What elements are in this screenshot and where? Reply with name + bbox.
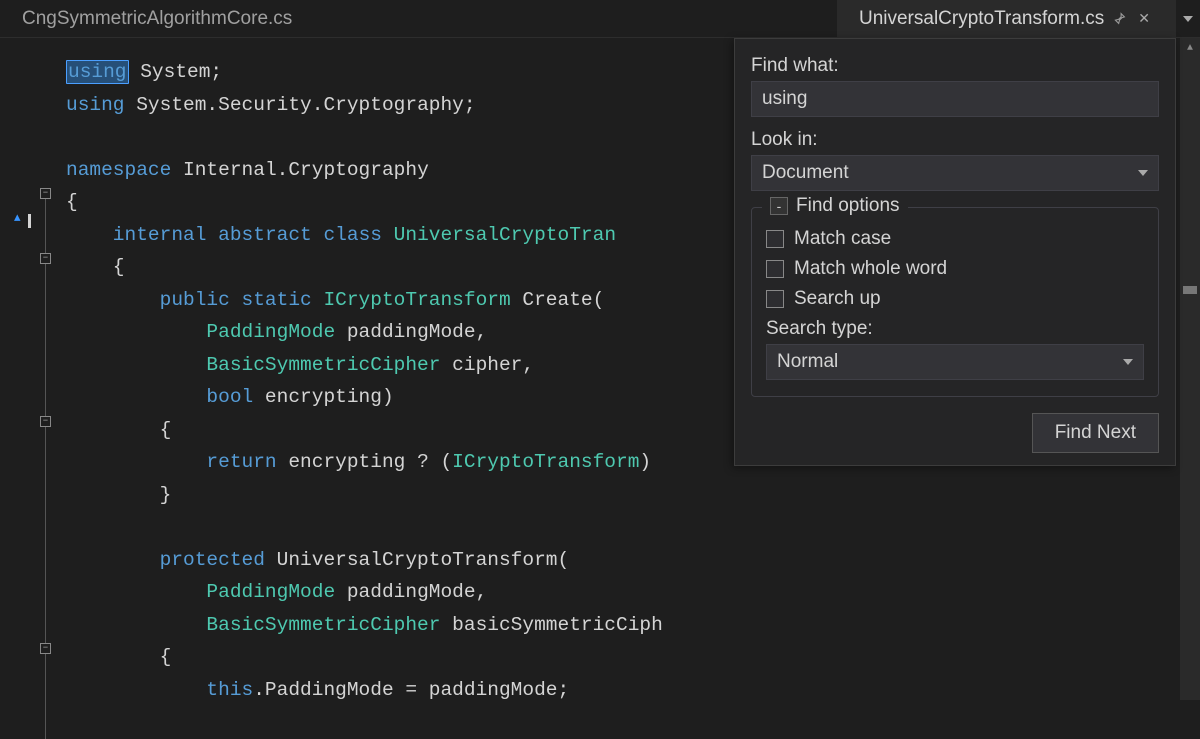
find-options-legend: - Find options: [762, 195, 908, 217]
find-options-group: - Find options Match case Match whole wo…: [751, 207, 1159, 397]
fold-line: [45, 199, 46, 739]
find-panel: Find what: Look in: Document - Find opti…: [734, 38, 1176, 466]
checkbox-icon: [766, 230, 784, 248]
tab-inactive[interactable]: CngSymmetricAlgorithmCore.cs: [0, 0, 314, 37]
scroll-up-icon[interactable]: ▲: [1180, 38, 1200, 58]
checkbox-icon: [766, 290, 784, 308]
tab-bar: CngSymmetricAlgorithmCore.cs UniversalCr…: [0, 0, 1200, 38]
search-type-select[interactable]: Normal: [766, 344, 1144, 380]
scroll-marker: [1183, 286, 1197, 294]
chevron-down-icon: [1138, 170, 1148, 176]
search-match-highlight: using: [66, 60, 129, 84]
find-next-button[interactable]: Find Next: [1032, 413, 1159, 453]
caret-marker-icon: [28, 214, 31, 228]
tab-active-label: UniversalCryptoTransform.cs: [859, 8, 1104, 30]
look-in-value: Document: [762, 162, 849, 184]
fold-toggle[interactable]: −: [40, 416, 51, 427]
match-case-label: Match case: [794, 228, 891, 250]
match-case-checkbox[interactable]: Match case: [766, 228, 1144, 250]
close-icon[interactable]: ✕: [1134, 10, 1154, 27]
vertical-scrollbar[interactable]: ▲: [1180, 38, 1200, 700]
find-options-label: Find options: [796, 195, 900, 217]
match-whole-checkbox[interactable]: Match whole word: [766, 258, 1144, 280]
find-what-input[interactable]: [751, 81, 1159, 117]
look-in-select[interactable]: Document: [751, 155, 1159, 191]
chevron-down-icon: [1123, 359, 1133, 365]
search-type-value: Normal: [777, 351, 838, 373]
find-what-label: Find what:: [751, 55, 1159, 77]
search-up-label: Search up: [794, 288, 881, 310]
checkbox-icon: [766, 260, 784, 278]
tab-spacer: [314, 0, 837, 37]
fold-toggle[interactable]: −: [40, 188, 51, 199]
change-marker-icon: ▴: [14, 210, 21, 225]
tab-overflow-icon[interactable]: [1176, 0, 1200, 37]
tab-active[interactable]: UniversalCryptoTransform.cs ✕: [837, 0, 1176, 37]
collapse-options-button[interactable]: -: [770, 197, 788, 215]
look-in-label: Look in:: [751, 129, 1159, 151]
fold-toggle[interactable]: −: [40, 253, 51, 264]
fold-toggle[interactable]: −: [40, 643, 51, 654]
pin-icon[interactable]: [1112, 12, 1126, 26]
search-up-checkbox[interactable]: Search up: [766, 288, 1144, 310]
gutter: ▴ − − − −: [0, 38, 58, 700]
match-whole-label: Match whole word: [794, 258, 947, 280]
search-type-label: Search type:: [766, 318, 1144, 340]
